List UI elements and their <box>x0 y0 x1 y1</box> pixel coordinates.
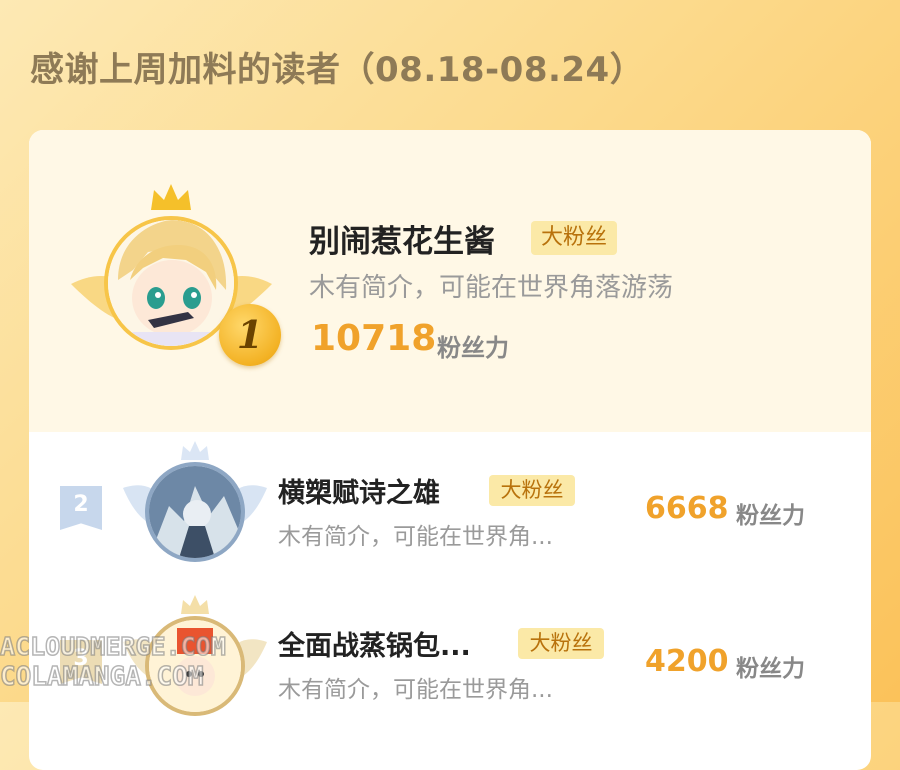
fan-power-score: 10718 <box>311 318 437 359</box>
watermark-line-2: COLAMANGA.COM <box>0 661 204 693</box>
reader-bio: 木有简介，可能在世界角... <box>278 677 553 703</box>
crown-icon <box>151 184 191 210</box>
reader-name[interactable]: 横槊赋诗之雄 <box>278 471 440 510</box>
avatar <box>104 216 238 350</box>
reader-bio: 木有简介，可能在世界角落游荡 <box>309 273 674 303</box>
rank-2-tag: 2 <box>60 486 102 530</box>
fan-level-badge: 大粉丝 <box>531 221 617 255</box>
fan-level-badge: 大粉丝 <box>518 628 604 659</box>
rank-1-medal: 1 <box>219 304 281 366</box>
fan-power-label: 粉丝力 <box>736 503 805 529</box>
reader-name[interactable]: 别闹惹花生酱 <box>309 216 495 261</box>
fan-power-label: 粉丝力 <box>736 656 805 682</box>
reader-bio: 木有简介，可能在世界角... <box>278 524 553 550</box>
reader-name[interactable]: 全面战蒸锅包... <box>278 624 471 663</box>
fan-power-score: 6668 <box>645 491 729 526</box>
crown-icon <box>181 441 209 460</box>
fan-power-score: 4200 <box>645 644 729 679</box>
rank-2-avatar-frame[interactable] <box>121 438 269 570</box>
page-title: 感谢上周加料的读者（08.18-08.24） <box>30 50 645 90</box>
watermark-line-1: ACLOUDMERGE.COM <box>0 631 227 662</box>
crown-icon <box>181 595 209 614</box>
fan-level-badge: 大粉丝 <box>489 475 575 506</box>
rank-1-avatar-frame[interactable]: 1 <box>69 182 281 372</box>
avatar <box>145 462 245 562</box>
fan-power-label: 粉丝力 <box>437 334 509 362</box>
